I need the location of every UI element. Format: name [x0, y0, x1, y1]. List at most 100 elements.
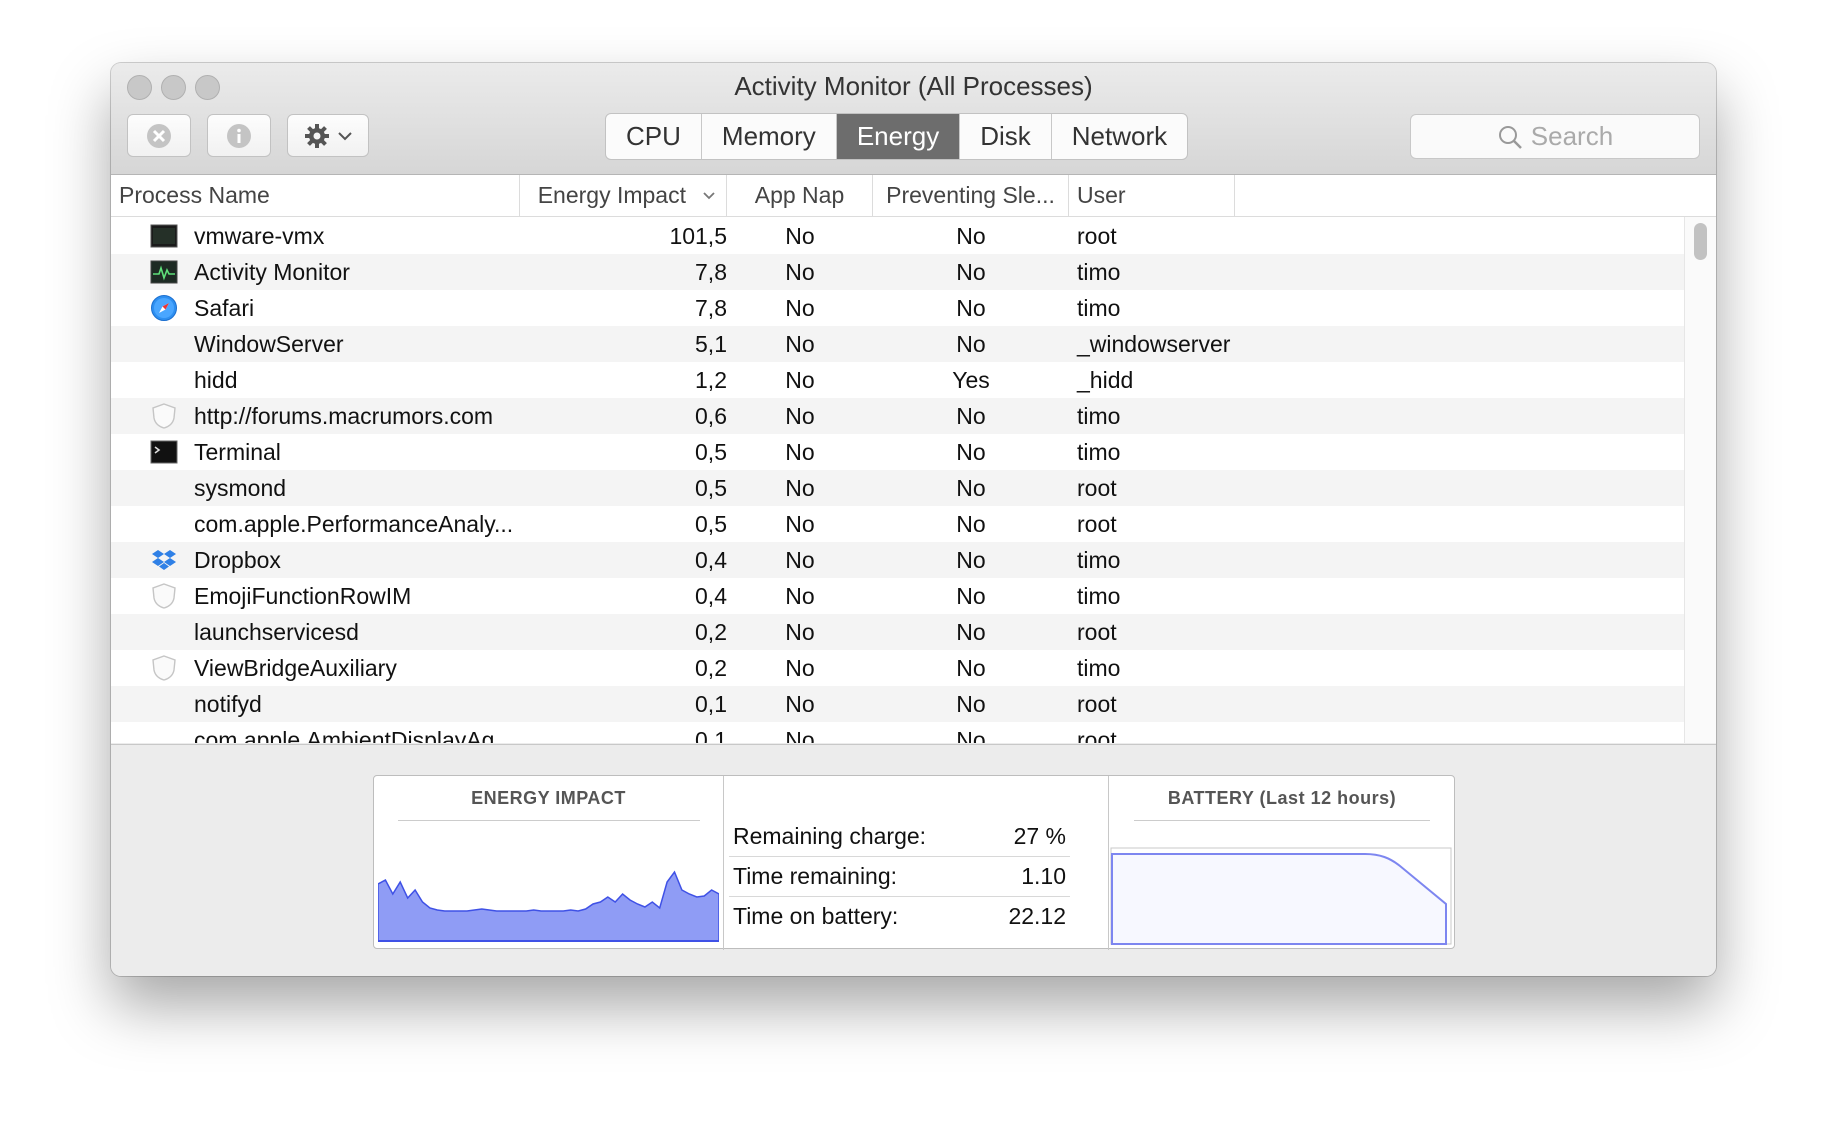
app-nap-value: No [785, 295, 815, 321]
stat-label: Remaining charge: [733, 823, 927, 849]
preventing-sleep-value: No [956, 655, 986, 681]
scrollbar-thumb[interactable] [1694, 223, 1707, 260]
tab-memory[interactable]: Memory [702, 114, 837, 159]
table-row[interactable]: Safari 7,8 No No timo [111, 290, 1684, 326]
app-nap-value: No [785, 367, 815, 393]
summary-area: ENERGY IMPACT Remaining charge: 27 % Tim… [111, 744, 1716, 976]
preventing-sleep-value: No [956, 331, 986, 357]
table-row[interactable]: Terminal 0,5 No No timo [111, 434, 1684, 470]
info-icon [227, 123, 251, 148]
table-row[interactable]: com.apple.AmbientDisplayAg... 0,1 No No root [111, 722, 1684, 743]
process-name: com.apple.AmbientDisplayAg... [194, 727, 514, 743]
app-nap-value: No [785, 259, 815, 285]
preventing-sleep-value: No [956, 511, 986, 537]
sort-chevron-icon [703, 192, 715, 200]
quit-process-button[interactable] [127, 114, 191, 157]
process-name: Activity Monitor [194, 259, 350, 285]
activity-monitor-window: Activity Monitor (All Processes) CPU Mem… [111, 63, 1716, 976]
app-nap-value: No [785, 547, 815, 573]
search-field[interactable]: Search [1410, 114, 1700, 159]
column-process-name[interactable]: Process Name [111, 175, 520, 216]
user-value: root [1077, 691, 1117, 717]
app-nap-value: No [785, 691, 815, 717]
energy-impact-value: 0,2 [695, 655, 727, 681]
table-row[interactable]: ViewBridgeAuxiliary 0,2 No No timo [111, 650, 1684, 686]
table-header: Process Name Energy Impact App Nap Preve… [111, 175, 1716, 217]
titlebar: Activity Monitor (All Processes) CPU Mem… [111, 63, 1716, 175]
energy-impact-value: 101,5 [669, 223, 727, 249]
table-row[interactable]: sysmond 0,5 No No root [111, 470, 1684, 506]
energy-impact-value: 0,4 [695, 583, 727, 609]
table-row[interactable]: Dropbox 0,4 No No timo [111, 542, 1684, 578]
energy-impact-value: 0,2 [695, 619, 727, 645]
table-row[interactable]: vmware-vmx 101,5 No No root [111, 218, 1684, 254]
action-menu-button[interactable] [287, 114, 369, 157]
process-name: hidd [194, 367, 238, 393]
table-row[interactable]: EmojiFunctionRowIM 0,4 No No timo [111, 578, 1684, 614]
table-row[interactable]: notifyd 0,1 No No root [111, 686, 1684, 722]
gear-icon [305, 123, 329, 148]
stat-time-on-battery: Time on battery: 22.12 [729, 896, 1070, 936]
preventing-sleep-value: No [956, 295, 986, 321]
preventing-sleep-value: No [956, 259, 986, 285]
process-name: http://forums.macrumors.com [194, 403, 494, 429]
preventing-sleep-value: No [956, 475, 986, 501]
preventing-sleep-value: No [956, 727, 986, 743]
column-preventing-sleep[interactable]: Preventing Sle... [873, 175, 1069, 216]
user-value: root [1077, 511, 1117, 537]
user-value: timo [1077, 547, 1121, 573]
preventing-sleep-value: No [956, 583, 986, 609]
energy-impact-value: 0,1 [695, 727, 727, 743]
energy-impact-value: 0,4 [695, 547, 727, 573]
preventing-sleep-value: No [956, 439, 986, 465]
user-value: root [1077, 475, 1117, 501]
user-value: timo [1077, 583, 1121, 609]
user-value: timo [1077, 403, 1121, 429]
process-list: vmware-vmx 101,5 No No root Activity Monitor 7… [111, 217, 1684, 743]
process-name: Dropbox [194, 547, 281, 573]
user-value: timo [1077, 259, 1121, 285]
stat-value: 22.12 [1008, 903, 1066, 929]
user-value: timo [1077, 295, 1121, 321]
inspect-process-button[interactable] [207, 114, 271, 157]
energy-impact-value: 7,8 [695, 295, 727, 321]
table-row[interactable]: Activity Monitor 7,8 No No timo [111, 254, 1684, 290]
shield-icon [152, 403, 176, 429]
process-name: ViewBridgeAuxiliary [194, 655, 397, 681]
search-placeholder: Search [1530, 121, 1614, 151]
app-nap-value: No [785, 475, 815, 501]
table-row[interactable]: WindowServer 5,1 No No _windowserver [111, 326, 1684, 362]
tab-network[interactable]: Network [1052, 114, 1187, 159]
process-name: Safari [194, 295, 255, 321]
tab-energy[interactable]: Energy [836, 114, 961, 159]
energy-impact-title: ENERGY IMPACT [471, 788, 626, 808]
process-name: vmware-vmx [194, 223, 325, 249]
app-nap-value: No [785, 511, 815, 537]
battery-graph [1110, 847, 1452, 945]
scrollbar[interactable] [1684, 217, 1716, 743]
user-value: root [1077, 727, 1117, 743]
stat-remaining-charge: Remaining charge: 27 % [729, 816, 1070, 857]
stat-label: Time remaining: [733, 863, 898, 889]
process-name: launchservicesd [194, 619, 359, 645]
energy-impact-value: 0,5 [695, 439, 727, 465]
app-nap-value: No [785, 439, 815, 465]
energy-impact-value: 0,1 [695, 691, 727, 717]
user-value: _hidd [1077, 367, 1134, 393]
column-energy-impact[interactable]: Energy Impact [520, 175, 727, 216]
shield-icon [152, 655, 176, 681]
user-value: timo [1077, 655, 1121, 681]
table-row[interactable]: com.apple.PerformanceAnaly... 0,5 No No root [111, 506, 1684, 542]
column-user[interactable]: User [1069, 175, 1235, 216]
safari-compass-icon [151, 295, 177, 321]
terminal-icon [150, 440, 178, 464]
table-row[interactable]: hidd 1,2 No Yes _hidd [111, 362, 1684, 398]
table-row[interactable]: http://forums.macrumors.com 0,6 No No timo [111, 398, 1684, 434]
column-app-nap[interactable]: App Nap [727, 175, 873, 216]
app-nap-value: No [785, 619, 815, 645]
activity-monitor-icon [150, 260, 178, 284]
tab-cpu[interactable]: CPU [606, 114, 702, 159]
shield-icon [152, 583, 176, 609]
tab-disk[interactable]: Disk [960, 114, 1052, 159]
table-row[interactable]: launchservicesd 0,2 No No root [111, 614, 1684, 650]
